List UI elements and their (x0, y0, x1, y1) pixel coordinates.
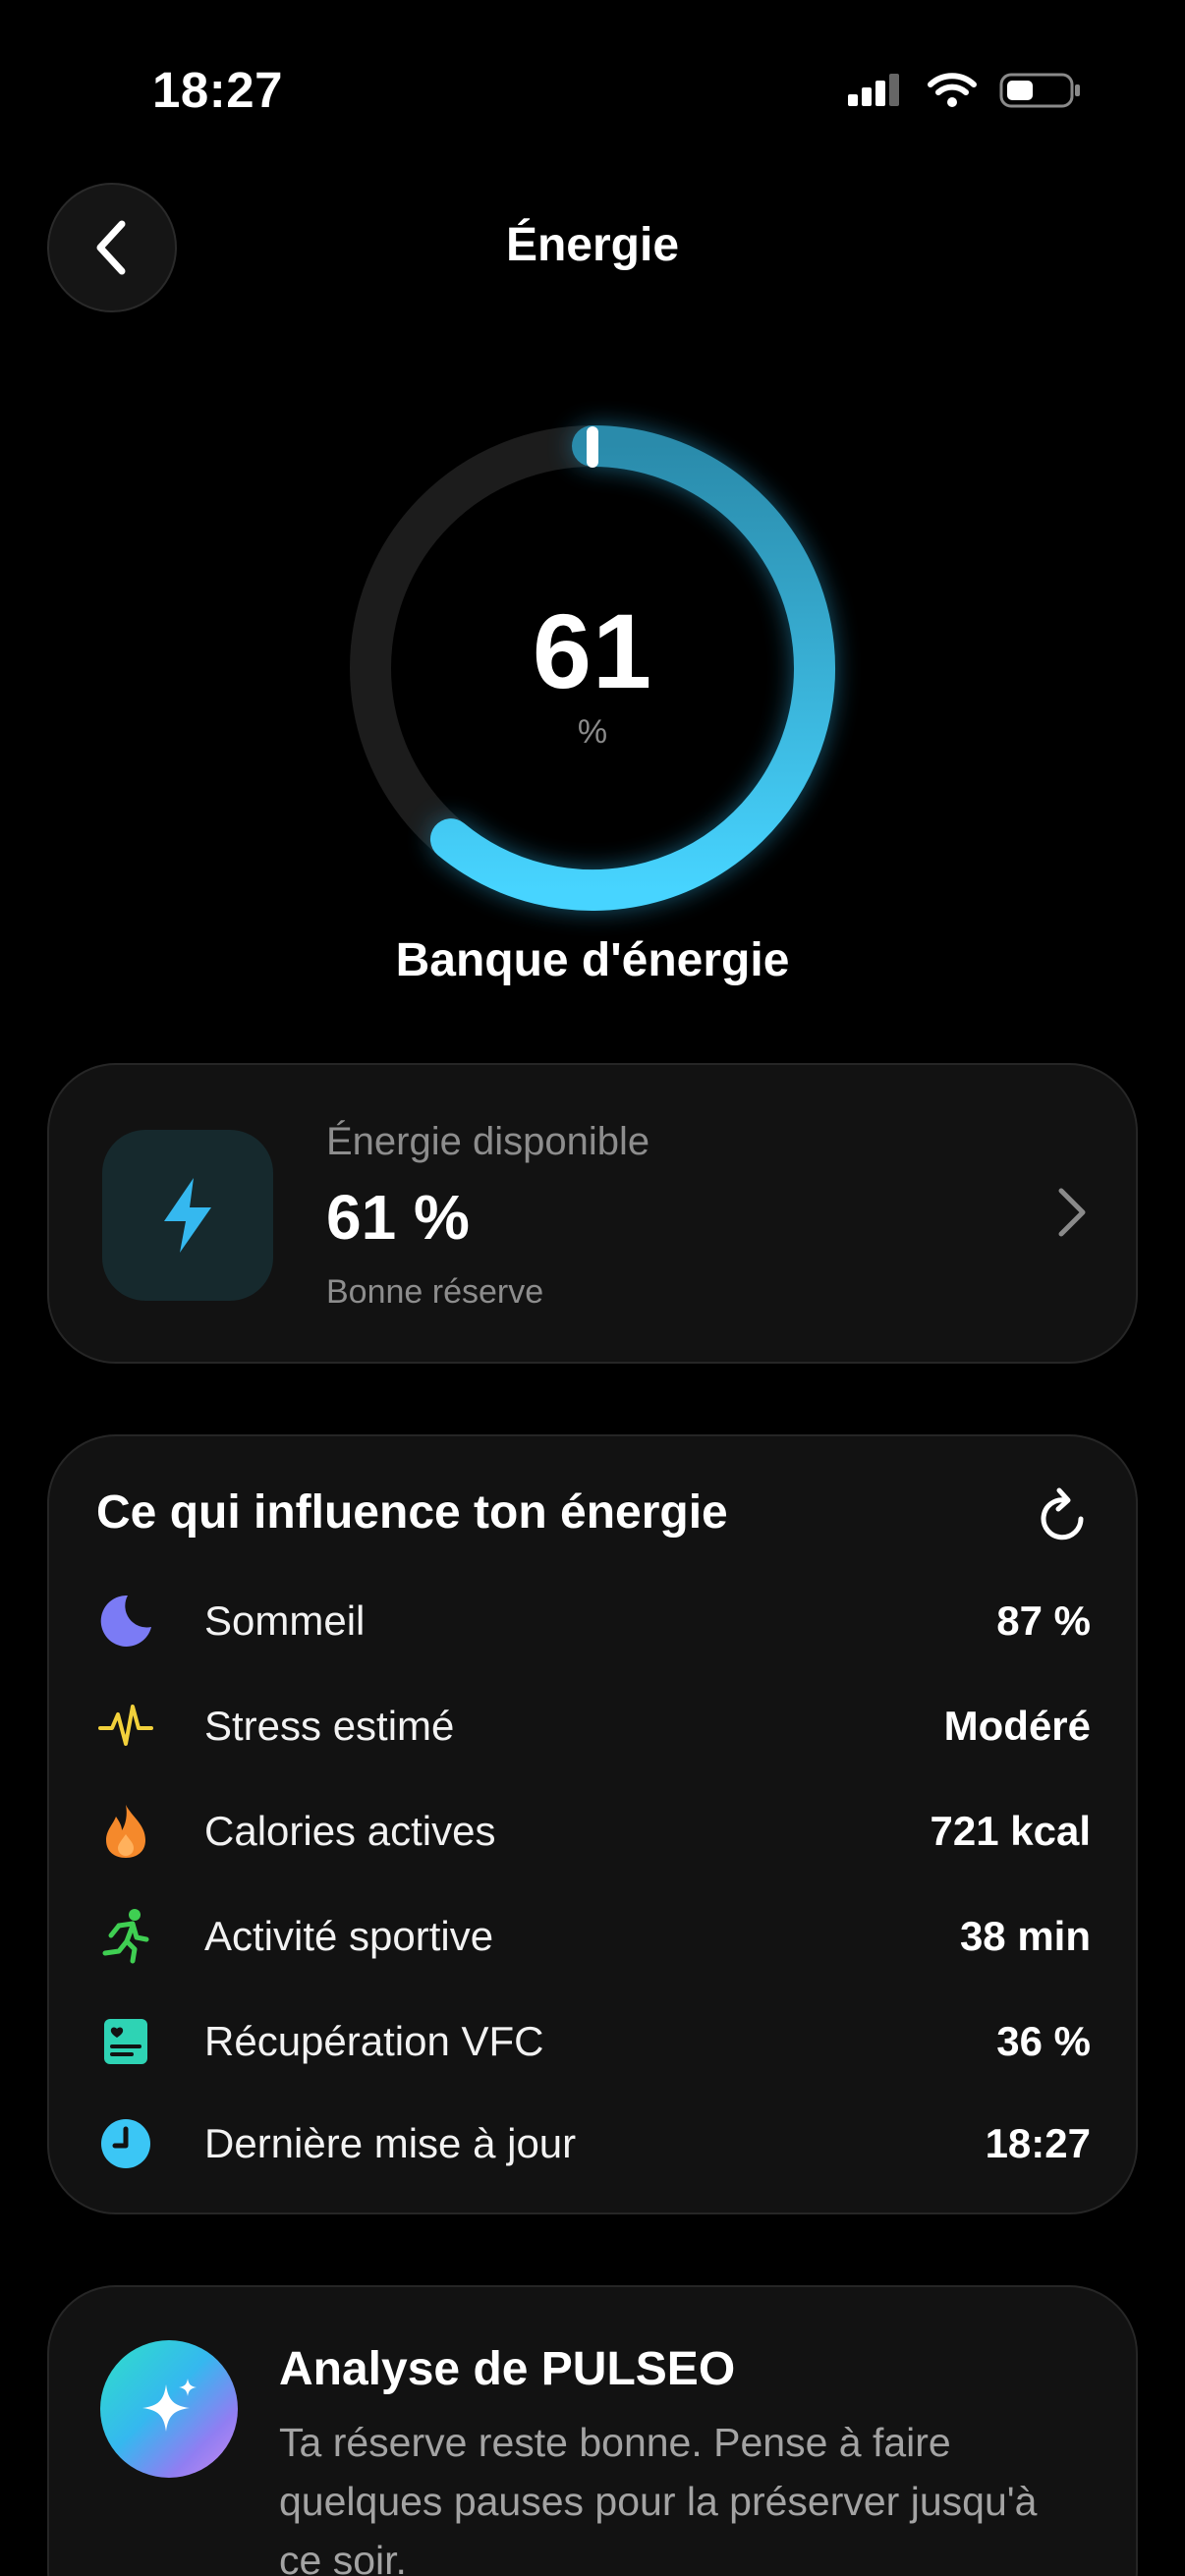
factor-row-sleep: Sommeil 87 % (96, 1582, 1091, 1660)
chevron-right-icon (1058, 1188, 1086, 1237)
energy-subtitle: Bonne réserve (326, 1273, 544, 1311)
heartbeat-icon (96, 1697, 155, 1756)
analysis-title: Analyse de PULSEO (279, 2343, 736, 2395)
ring-caption: Banque d'énergie (395, 934, 790, 986)
factor-label: Dernière mise à jour (204, 2120, 577, 2166)
status-time: 18:27 (152, 62, 283, 118)
wifi-icon (928, 73, 977, 107)
page-title: Énergie (505, 219, 680, 271)
energy-ring: 61 % (347, 422, 838, 914)
runner-icon (96, 1907, 155, 1966)
factor-value: 721 kcal (930, 1808, 1092, 1854)
factor-value: 38 min (959, 1913, 1091, 1959)
bolt-icon (164, 1178, 211, 1253)
factor-value: Modéré (943, 1703, 1091, 1749)
refresh-icon[interactable] (1036, 1485, 1091, 1544)
moon-icon (96, 1592, 155, 1651)
screen: 18:27 Énergie 61 % Banque d'énergie Éner… (0, 0, 1185, 2576)
hrv-card-icon (96, 2012, 155, 2071)
factor-row-stress: Stress estimé Modéré (96, 1687, 1091, 1765)
ring-value: 61 (532, 591, 653, 710)
status-icons (846, 71, 1082, 110)
energy-available-card[interactable]: Énergie disponible 61 % Bonne réserve (47, 1063, 1138, 1364)
battery-icon (999, 73, 1080, 108)
factor-row-calories: Calories actives 721 kcal (96, 1792, 1091, 1871)
ring-start-marker (587, 426, 598, 468)
cellular-signal-icon (848, 74, 899, 106)
influences-title: Ce qui influence ton énergie (96, 1486, 728, 1539)
factor-value: 36 % (996, 2018, 1091, 2064)
sparkles-icon (142, 2379, 197, 2432)
factor-label: Calories actives (204, 1808, 496, 1854)
factor-label: Activité sportive (204, 1913, 494, 1959)
pulseo-analysis-card[interactable]: Analyse de PULSEO Ta réserve reste bonne… (47, 2285, 1138, 2576)
factor-row-last-update: Dernière mise à jour 18:27 (96, 2104, 1091, 2183)
factor-label: Sommeil (204, 1597, 366, 1644)
sparkles-avatar (100, 2340, 238, 2478)
ring-unit: % (577, 713, 608, 751)
factor-value: 18:27 (985, 2120, 1091, 2166)
analysis-text: Ta réserve reste bonne. Pense à faire qu… (279, 2420, 1038, 2576)
energy-influences-card: Ce qui influence ton énergie Sommeil 87 … (47, 1434, 1138, 2214)
factor-label: Stress estimé (204, 1703, 455, 1749)
clock-icon (96, 2114, 155, 2173)
factor-row-hrv: Récupération VFC 36 % (96, 2002, 1091, 2081)
factor-label: Récupération VFC (204, 2018, 544, 2064)
energy-label: Énergie disponible (326, 1120, 650, 1163)
flame-icon (96, 1802, 155, 1861)
energy-icon-tile (102, 1130, 273, 1301)
factor-row-activity: Activité sportive 38 min (96, 1897, 1091, 1976)
energy-value: 61 % (326, 1182, 470, 1253)
factor-value: 87 % (996, 1597, 1091, 1644)
